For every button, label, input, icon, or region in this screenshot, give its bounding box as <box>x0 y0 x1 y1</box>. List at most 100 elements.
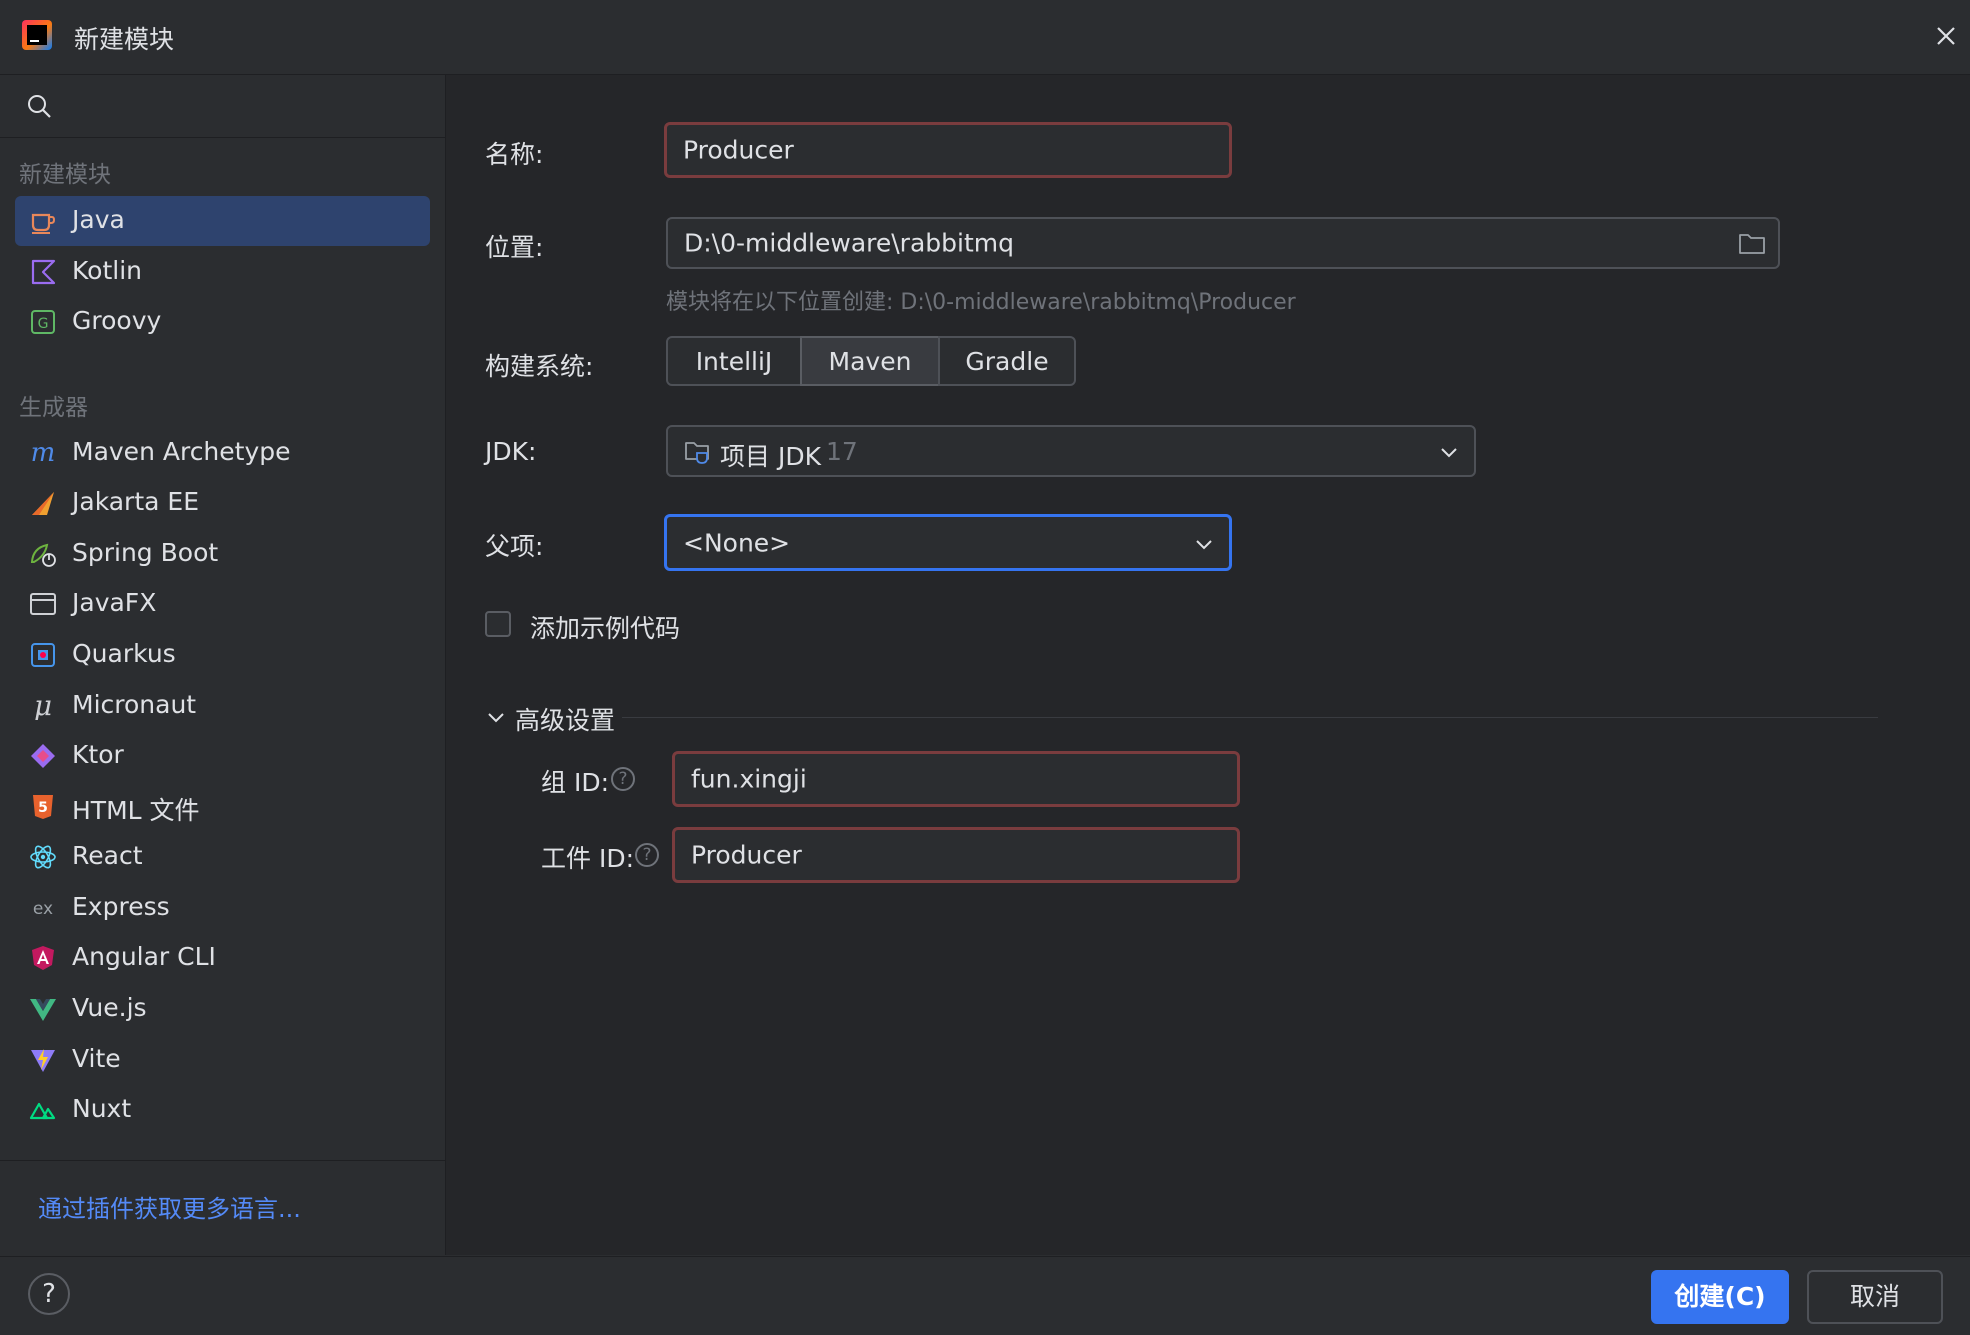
sidebar-item-ktor[interactable]: Ktor <box>15 731 430 781</box>
vue-icon <box>30 999 56 1021</box>
sidebar-item-html[interactable]: 5 HTML 文件 <box>15 782 430 832</box>
location-hint: 模块将在以下位置创建: D:\0-middleware\rabbitmq\Pro… <box>666 290 1296 315</box>
create-button[interactable]: 创建(C) <box>1651 1270 1789 1324</box>
folder-icon[interactable] <box>1738 231 1766 255</box>
jakarta-ee-icon <box>32 492 54 515</box>
angular-icon <box>32 946 54 970</box>
javafx-window-icon <box>30 593 56 615</box>
sidebar: 新建模块 Java Kotlin G Groovy 生成器 m Maven Ar… <box>0 75 446 1255</box>
chevron-down-icon <box>1441 448 1457 458</box>
sidebar-item-label: Spring Boot <box>72 538 219 567</box>
help-button[interactable]: ? <box>28 1273 70 1315</box>
search-icon[interactable] <box>25 92 53 120</box>
sample-code-label: 添加示例代码 <box>530 614 681 643</box>
artifact-id-label: 工件 ID: <box>541 844 634 873</box>
help-icon[interactable]: ? <box>611 767 635 791</box>
build-option-gradle[interactable]: Gradle <box>938 336 1076 386</box>
close-icon[interactable] <box>1930 20 1962 52</box>
groovy-icon: G <box>31 310 55 334</box>
parent-select[interactable]: <None> <box>664 514 1232 571</box>
sidebar-item-label: Maven Archetype <box>72 437 291 466</box>
build-option-label: IntelliJ <box>695 347 773 376</box>
sample-code-checkbox[interactable] <box>485 611 511 637</box>
chevron-down-icon[interactable] <box>486 707 506 727</box>
sidebar-item-jakarta-ee[interactable]: Jakarta EE <box>15 478 430 528</box>
chevron-down-icon <box>1196 540 1212 550</box>
parent-label: 父项: <box>485 532 544 561</box>
sidebar-footer: 通过插件获取更多语言... <box>0 1160 445 1256</box>
sidebar-item-label: Nuxt <box>72 1094 132 1123</box>
parent-value: <None> <box>683 528 791 557</box>
svg-text:5: 5 <box>38 800 48 816</box>
artifact-id-field[interactable]: Producer <box>672 827 1240 883</box>
sidebar-item-micronaut[interactable]: μ Micronaut <box>15 681 430 731</box>
sidebar-item-javafx[interactable]: JavaFX <box>15 579 430 629</box>
sidebar-item-label: Vue.js <box>72 993 147 1022</box>
help-icon[interactable]: ? <box>635 843 659 867</box>
jdk-version: 17 <box>826 437 858 466</box>
sidebar-search[interactable] <box>0 75 445 138</box>
quarkus-icon <box>31 643 55 667</box>
nuxt-icon <box>29 1102 56 1120</box>
cancel-button[interactable]: 取消 <box>1807 1270 1943 1324</box>
group-id-label: 组 ID: <box>541 768 609 797</box>
sidebar-item-vite[interactable]: Vite <box>15 1035 430 1085</box>
express-icon: ex <box>33 899 53 919</box>
kotlin-icon <box>31 259 56 285</box>
dialog-footer: ? 创建(C) 取消 <box>0 1256 1970 1335</box>
intellij-logo-icon <box>22 20 52 50</box>
group-id-field[interactable]: fun.xingji <box>672 751 1240 807</box>
java-cup-icon <box>31 213 56 234</box>
sidebar-item-react[interactable]: React <box>15 832 430 882</box>
html5-icon: 5 <box>33 795 53 819</box>
jdk-folder-icon <box>685 442 709 464</box>
jdk-value: 项目 JDK <box>720 442 821 471</box>
artifact-id-value: Producer <box>691 840 802 870</box>
advanced-settings-toggle[interactable]: 高级设置 <box>515 701 615 737</box>
vite-icon <box>31 1049 55 1072</box>
ktor-icon <box>31 744 55 768</box>
sidebar-item-label: JavaFX <box>72 588 157 617</box>
micronaut-icon: μ <box>34 692 52 720</box>
svg-text:G: G <box>38 316 49 332</box>
sidebar-item-java[interactable]: Java <box>15 196 430 246</box>
build-system-label: 构建系统: <box>485 352 594 381</box>
sidebar-item-label: Quarkus <box>72 639 176 668</box>
main-panel: 名称: Producer 位置: D:\0-middleware\rabbitm… <box>446 75 1970 1255</box>
spring-boot-icon <box>30 543 56 567</box>
name-field[interactable]: Producer <box>664 122 1232 178</box>
location-label: 位置: <box>485 233 544 262</box>
more-languages-link[interactable]: 通过插件获取更多语言... <box>38 1189 301 1224</box>
build-option-intellij[interactable]: IntelliJ <box>666 336 802 386</box>
maven-icon: m <box>31 439 56 467</box>
name-label: 名称: <box>485 140 544 169</box>
title-bar: 新建模块 <box>0 0 1970 75</box>
sidebar-item-label: HTML 文件 <box>72 796 200 825</box>
sidebar-item-angular-cli[interactable]: Angular CLI <box>15 933 430 983</box>
sidebar-item-kotlin[interactable]: Kotlin <box>15 247 430 297</box>
name-value: Producer <box>683 135 794 165</box>
svg-text:μ: μ <box>34 692 52 720</box>
location-value: D:\0-middleware\rabbitmq <box>684 228 1014 258</box>
group-label-generators: 生成器 <box>19 395 88 421</box>
sidebar-item-label: Angular CLI <box>72 942 216 971</box>
sidebar-item-nuxt[interactable]: Nuxt <box>15 1085 430 1135</box>
sidebar-item-quarkus[interactable]: Quarkus <box>15 630 430 680</box>
sidebar-item-label: React <box>72 841 143 870</box>
sidebar-item-groovy[interactable]: G Groovy <box>15 297 430 347</box>
sidebar-item-label: Jakarta EE <box>72 487 199 516</box>
sidebar-item-label: Micronaut <box>72 690 197 719</box>
sidebar-item-label: Java <box>72 205 125 234</box>
sidebar-item-spring-boot[interactable]: Spring Boot <box>15 529 430 579</box>
sidebar-item-label: Groovy <box>72 306 162 335</box>
jdk-select[interactable]: 项目 JDK 17 <box>666 425 1476 477</box>
window-title: 新建模块 <box>74 25 175 54</box>
location-field[interactable]: D:\0-middleware\rabbitmq <box>666 217 1780 269</box>
sidebar-item-label: Kotlin <box>72 256 142 285</box>
build-option-maven[interactable]: Maven <box>800 336 940 386</box>
sidebar-item-vue[interactable]: Vue.js <box>15 984 430 1034</box>
sidebar-item-maven-archetype[interactable]: m Maven Archetype <box>15 428 430 478</box>
sidebar-item-express[interactable]: ex Express <box>15 883 430 933</box>
svg-text:ex: ex <box>33 899 53 919</box>
advanced-separator <box>622 717 1878 718</box>
